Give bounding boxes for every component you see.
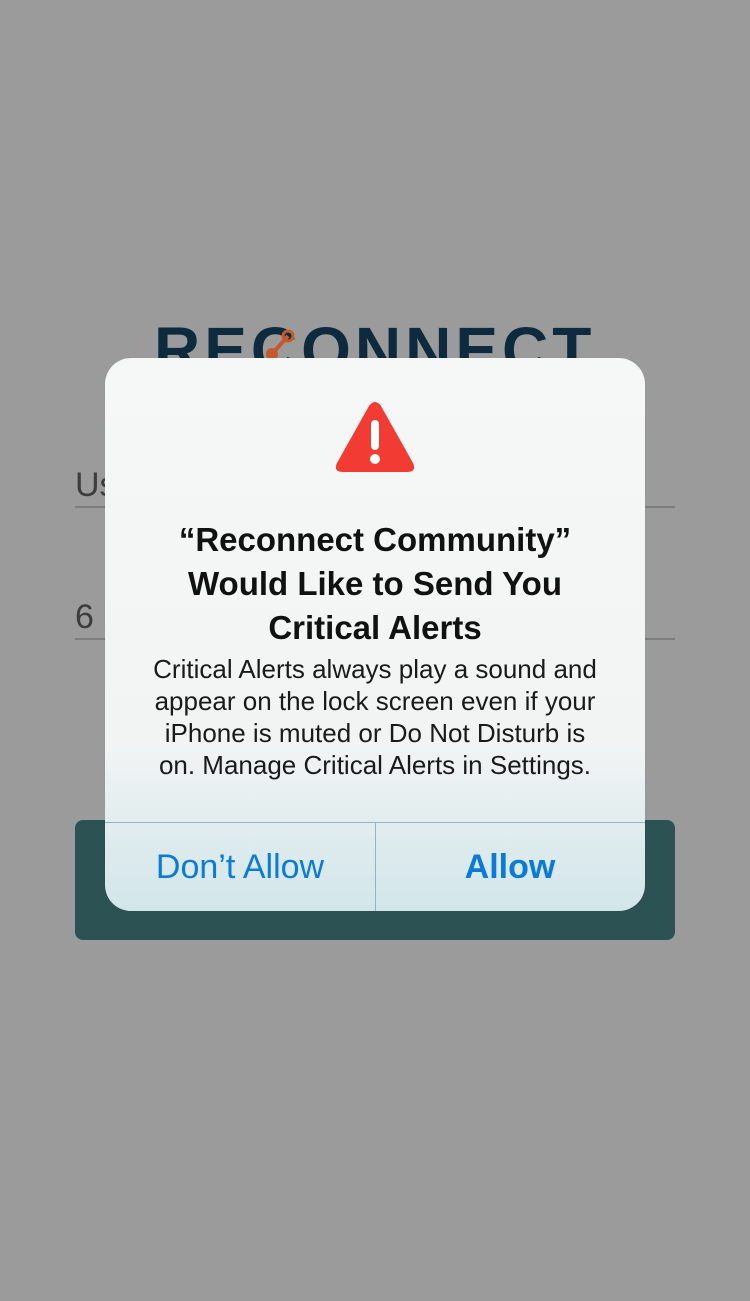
alert-message: Critical Alerts always play a sound and … xyxy=(125,653,625,781)
critical-alerts-permission-dialog: “Reconnect Community” Would Like to Send… xyxy=(105,358,645,911)
alert-button-bar: Don’t Allow Allow xyxy=(105,822,645,911)
dont-allow-button[interactable]: Don’t Allow xyxy=(105,823,375,911)
alert-title-line: Would Like to Send You xyxy=(187,565,562,602)
alert-title-line: Critical Alerts xyxy=(268,609,482,646)
password-input-value: 6 xyxy=(75,598,94,636)
allow-button[interactable]: Allow xyxy=(375,823,645,911)
alert-message-line: on. Manage Critical Alerts in Settings. xyxy=(158,750,592,780)
alert-title-line: “Reconnect Community” xyxy=(178,521,572,558)
warning-triangle-icon xyxy=(335,402,415,472)
alert-message-line: Critical Alerts always play a sound and xyxy=(153,654,597,684)
alert-title: “Reconnect Community” Would Like to Send… xyxy=(135,518,615,650)
app-screen: RECONNECT Us 6 “Reconnect Community” Wou… xyxy=(0,0,750,1301)
alert-message-line: appear on the lock screen even if your xyxy=(154,686,596,716)
alert-message-line: iPhone is muted or Do Not Disturb is xyxy=(164,718,586,748)
